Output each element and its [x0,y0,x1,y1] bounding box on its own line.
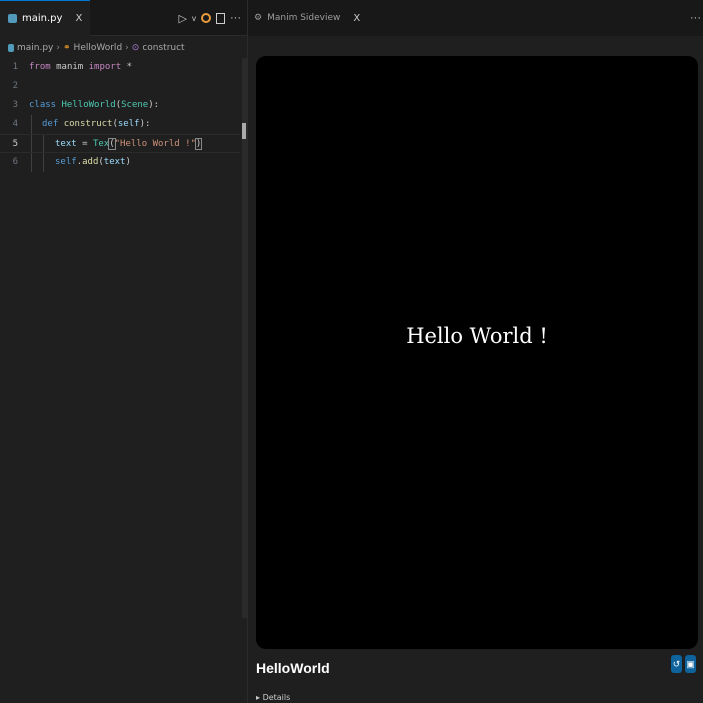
scene-title: HelloWorld [256,660,330,676]
manim-icon: ⚙ [254,13,263,23]
close-icon[interactable]: X [353,13,360,24]
close-icon[interactable]: X [75,13,82,24]
breadcrumb-file[interactable]: main.py [17,43,53,53]
details-toggle[interactable]: ▸ Details [256,693,290,702]
replay-button[interactable]: ↺ [671,655,682,673]
chevron-right-icon: ▸ [256,693,261,702]
breadcrumb-method[interactable]: construct [142,43,184,53]
code-line[interactable]: 4 def construct(self): [0,115,240,134]
line-number: 5 [12,139,18,149]
code-line-current[interactable]: 5 text = Tex("Hello World !") [0,134,240,153]
code-editor[interactable]: 1 from manim import * 2 3 class HelloWor… [0,58,240,172]
save-output-button[interactable]: ▣ [685,655,696,673]
split-editor-icon[interactable] [216,12,225,24]
more-actions-icon[interactable]: ··· [230,12,241,24]
breadcrumb-class[interactable]: HelloWorld [74,43,123,53]
line-number: 1 [12,62,18,72]
python-file-icon [8,44,14,52]
code-line[interactable]: 3 class HelloWorld(Scene): [0,96,240,115]
tab-main-py[interactable]: main.py X [0,0,91,36]
code-line[interactable]: 2 [0,77,240,96]
details-label: Details [262,693,291,702]
code-line[interactable]: 6 self.add(text) [0,153,240,172]
breadcrumb: main.py › ⚭ HelloWorld › ⊙ construct [8,41,185,55]
line-number: 3 [12,100,18,110]
editor-actions: ▷ v ··· [179,0,241,36]
method-icon: ⊙ [131,43,140,53]
class-icon: ⚭ [63,43,71,53]
chevron-right-icon: › [56,43,60,53]
tab-label: Manim Sideview [267,13,341,23]
python-file-icon [8,14,17,23]
line-number: 2 [12,81,18,91]
line-number: 6 [12,157,18,167]
preview-output-text: Hello World ! [406,324,548,348]
scene-preview: Hello World ! [256,56,698,649]
code-line[interactable]: 1 from manim import * [0,58,240,77]
chevron-down-icon[interactable]: v [192,14,196,23]
run-icon[interactable]: ▷ [179,12,187,25]
tab-manim-sideview[interactable]: ⚙ Manim Sideview X [248,0,366,36]
scrollbar-thumb[interactable] [242,123,246,139]
chevron-right-icon: › [125,43,129,53]
editor-group: main.py X ▷ v ··· main.py › ⚭ HelloWorld… [0,0,247,703]
more-actions-icon[interactable]: ··· [690,12,701,24]
tab-label: main.py [22,13,63,24]
split-divider[interactable] [247,0,248,703]
editor-tabbar: main.py X ▷ v ··· [0,0,247,36]
line-number: 4 [12,119,18,129]
manim-render-icon[interactable] [201,13,211,23]
